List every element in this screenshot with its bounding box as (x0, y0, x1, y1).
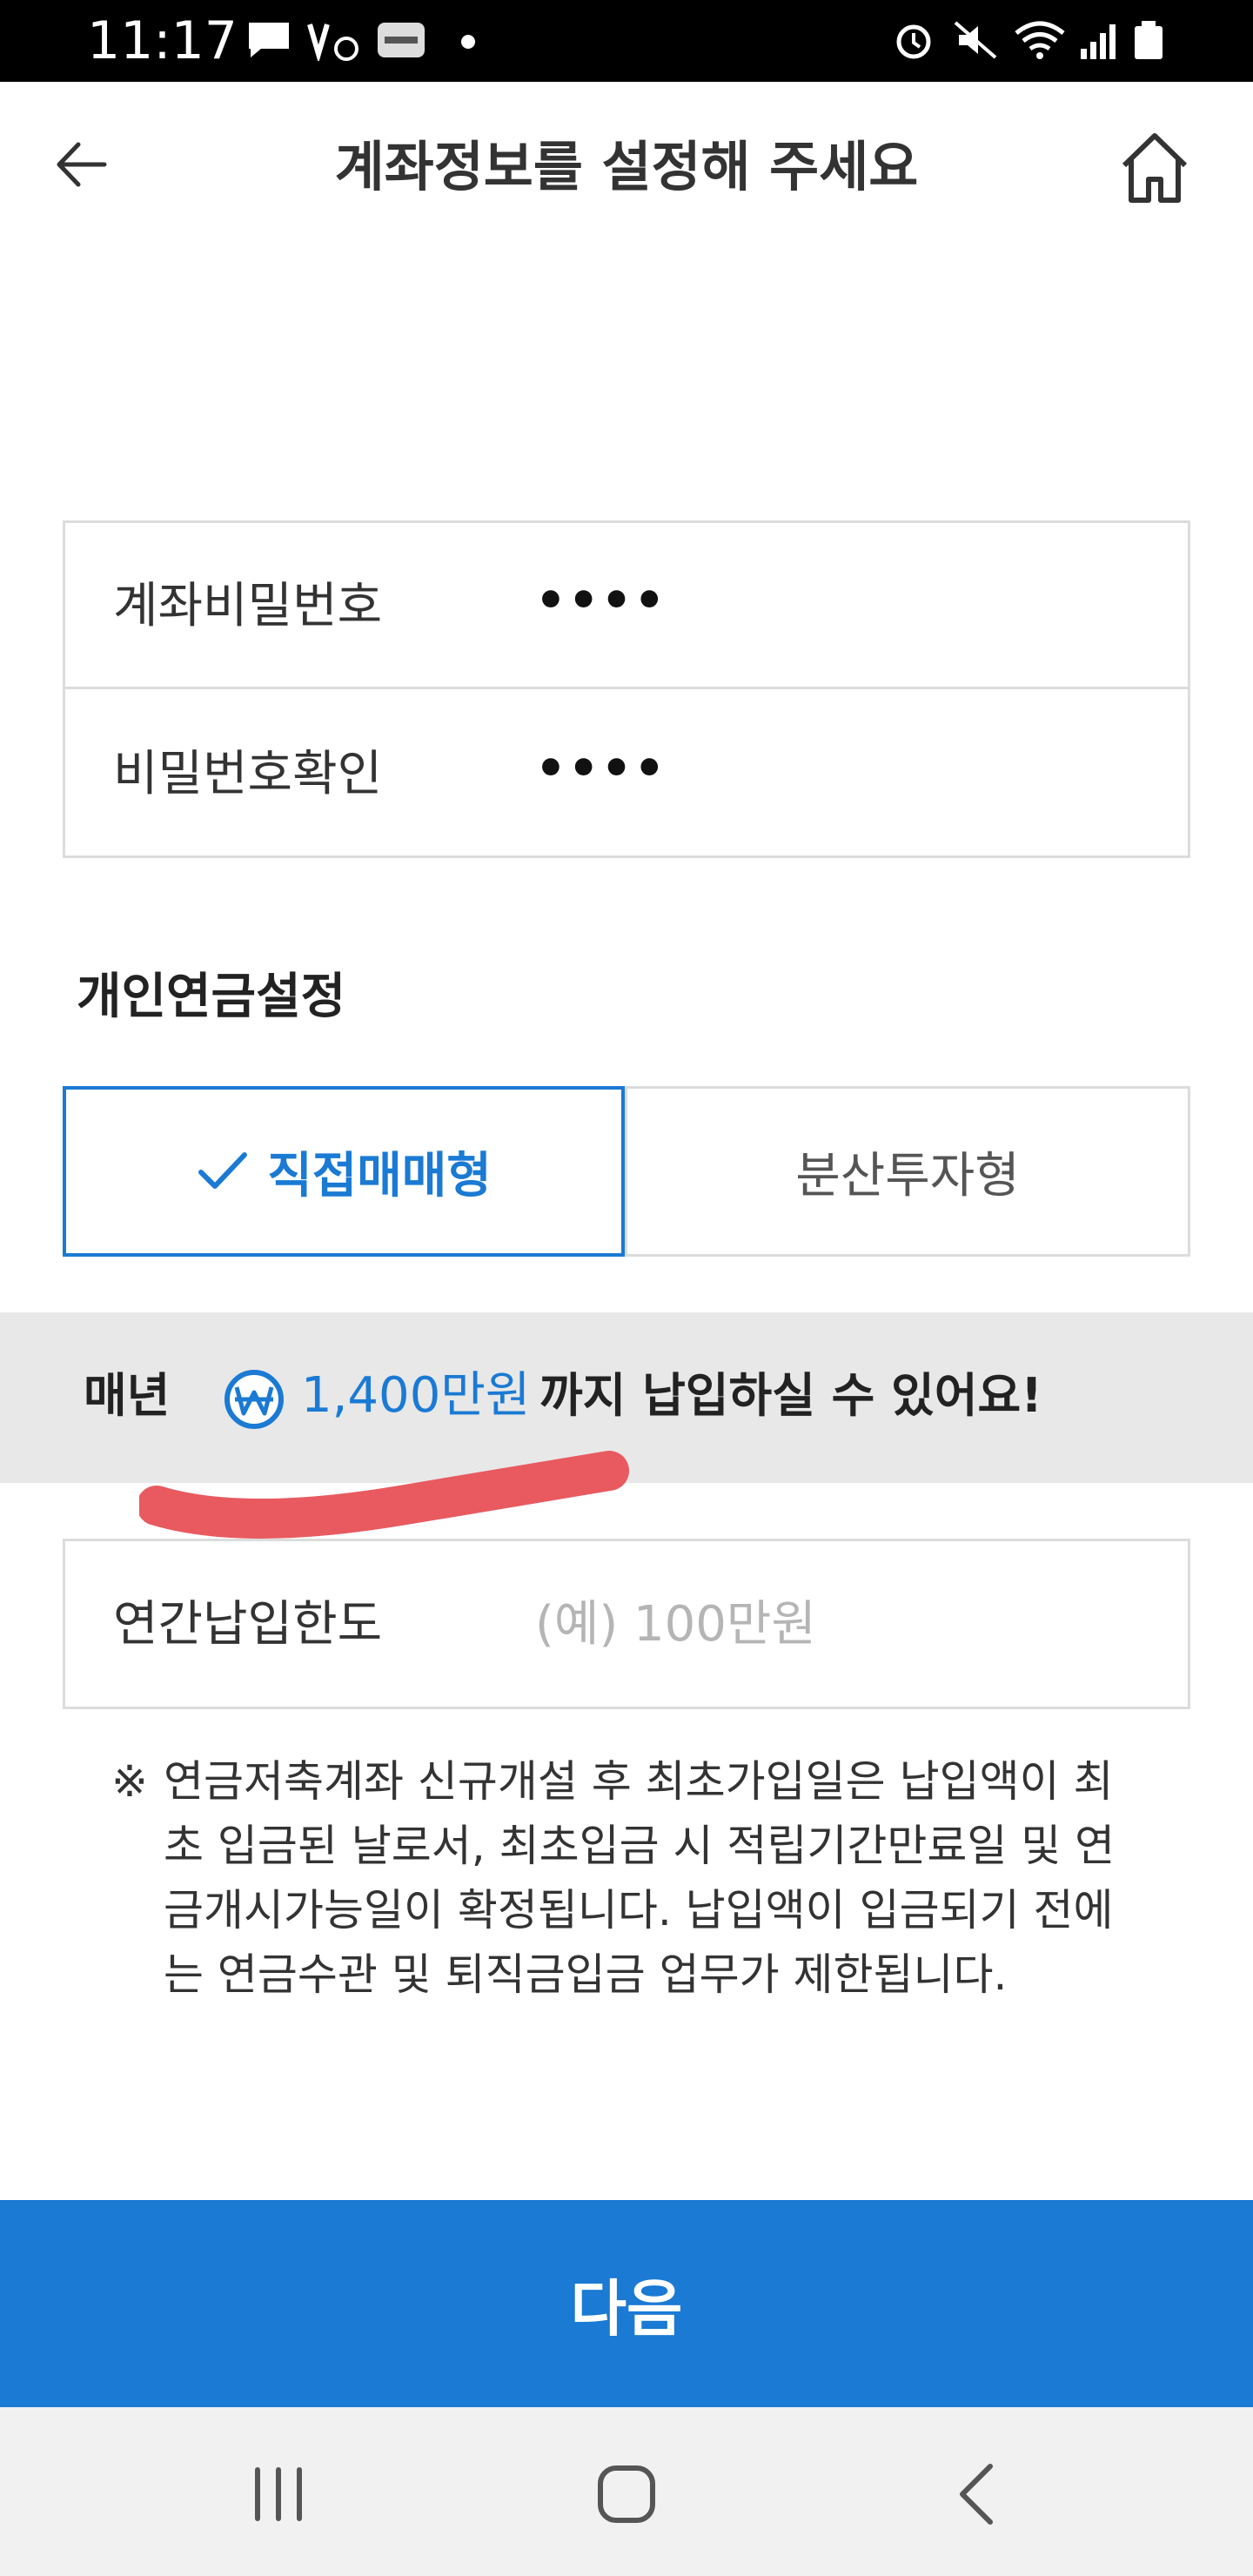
option-direct-trading[interactable]: 직접매매형 (63, 1086, 625, 1257)
notice-text: ※ 연금저축계좌 신규개설 후 최초가입일은 납입액이 최초 입금된 날로서, … (111, 1749, 1147, 2007)
info-amount: 1,400만원 (301, 1367, 531, 1424)
notice-mark: ※ (111, 1756, 148, 1807)
password-confirm-row[interactable]: 비밀번호확인 •••• (65, 691, 1188, 857)
annual-limit-label: 연간납입한도 (113, 1596, 383, 1653)
password-confirm-field[interactable]: •••• (535, 738, 667, 801)
home-icon[interactable] (1117, 131, 1192, 205)
annual-limit-box: 연간납입한도 (63, 1539, 1190, 1709)
status-bar: 11:17 (0, 0, 1253, 82)
account-password-row[interactable]: 계좌비밀번호 •••• (65, 523, 1188, 689)
page-title: 계좌정보를 설정해 주세요 (334, 135, 919, 198)
app-header: 계좌정보를 설정해 주세요 (0, 82, 1253, 265)
password-box: 계좌비밀번호 •••• 비밀번호확인 •••• (63, 520, 1190, 858)
nav-home-icon[interactable] (592, 2459, 661, 2529)
system-nav-bar (0, 2407, 1253, 2576)
signal-icon (1081, 24, 1116, 59)
battery-icon (1135, 21, 1163, 59)
annual-limit-input[interactable] (535, 1585, 1144, 1663)
notice-body: 연금저축계좌 신규개설 후 최초가입일은 납입액이 최초 입금된 날로서, 최초… (164, 1756, 1116, 2000)
won-circle-icon (224, 1370, 284, 1429)
account-password-field[interactable]: •••• (535, 570, 667, 633)
red-scribble-mark (139, 1451, 629, 1539)
wifi-icon (1015, 21, 1065, 59)
password-confirm-label: 비밀번호확인 (113, 746, 383, 802)
status-dot (461, 35, 475, 49)
status-time: 11:17 (87, 10, 238, 71)
nav-back-icon[interactable] (943, 2459, 1013, 2529)
pension-setting-title: 개인연금설정 (77, 969, 346, 1025)
option-diversified-investment-label: 분산투자형 (795, 1147, 1020, 1204)
option-diversified-investment[interactable]: 분산투자형 (625, 1086, 1190, 1257)
volte-icon (307, 23, 358, 61)
mute-icon (954, 21, 997, 59)
next-button[interactable]: 다음 (0, 2200, 1253, 2407)
message-icon (249, 23, 289, 57)
recent-apps-icon[interactable] (244, 2459, 313, 2529)
check-icon (198, 1152, 248, 1189)
info-prefix: 매년 (84, 1368, 171, 1423)
account-password-label: 계좌비밀번호 (113, 578, 383, 634)
alarm-icon (896, 24, 931, 59)
option-direct-trading-label: 직접매매형 (267, 1147, 492, 1204)
app-notification-icon (378, 23, 425, 57)
info-suffix: 까지 납입하실 수 있어요! (539, 1368, 1042, 1423)
